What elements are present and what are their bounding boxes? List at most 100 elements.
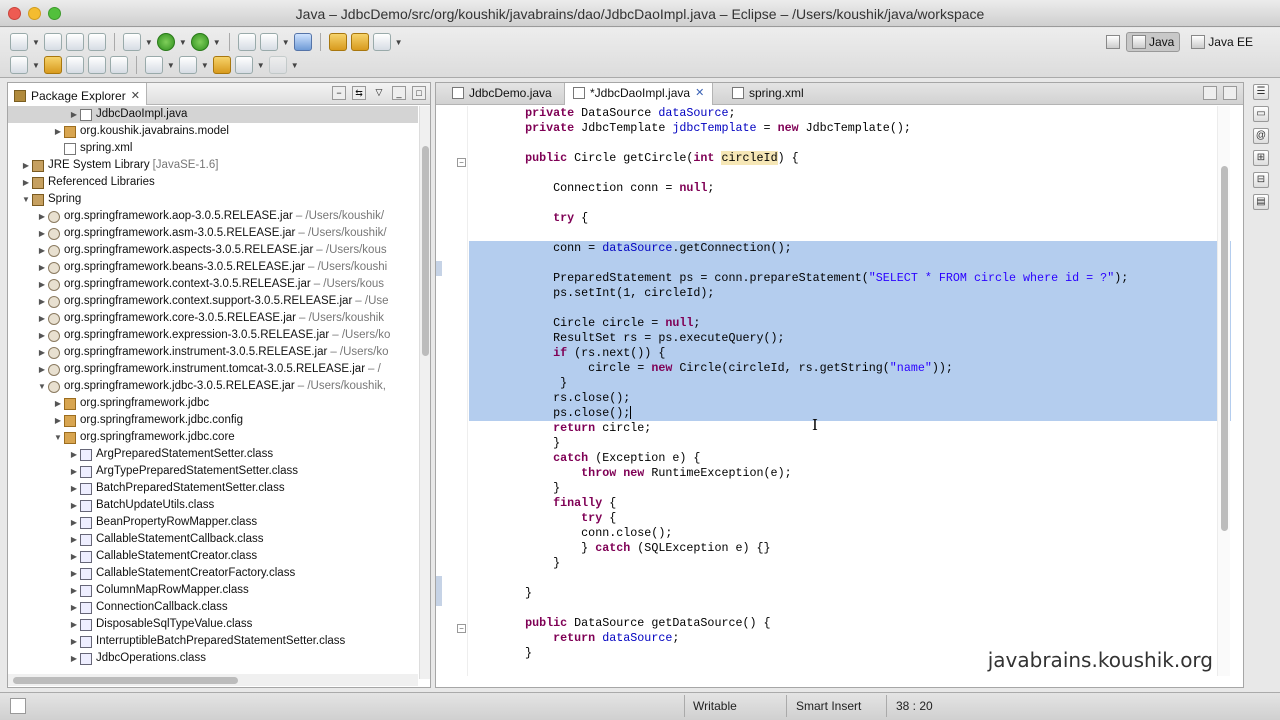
collapsed-arrow-icon[interactable]: ▶: [36, 344, 48, 361]
collapsed-arrow-icon[interactable]: ▶: [52, 395, 64, 412]
code-line[interactable]: [469, 196, 1231, 211]
code-line[interactable]: }: [469, 376, 1231, 391]
toggle-breadcrumb-icon[interactable]: [65, 56, 84, 74]
tab-jdbcdemo[interactable]: JdbcDemo.java: [444, 83, 560, 105]
code-line[interactable]: private DataSource dataSource;: [469, 106, 1231, 121]
code-line[interactable]: }: [469, 481, 1231, 496]
fold-icon[interactable]: −: [457, 624, 466, 633]
vertical-scrollbar[interactable]: [419, 106, 430, 679]
tree-item[interactable]: ▶ Referenced Libraries: [8, 174, 418, 191]
collapsed-arrow-icon[interactable]: ▶: [36, 225, 48, 242]
chevron-down-icon[interactable]: ▼: [395, 38, 403, 47]
tree-item[interactable]: ▶ org.springframework.aspects-3.0.5.RELEA…: [8, 242, 418, 259]
expanded-arrow-icon[interactable]: ▼: [36, 378, 48, 395]
code-line[interactable]: rs.close();: [469, 391, 1231, 406]
tree-item[interactable]: ▶ org.springframework.instrument.tomcat-3…: [8, 361, 418, 378]
fast-view-icon[interactable]: [10, 698, 26, 714]
package-explorer-tab[interactable]: Package Explorer ✕: [8, 83, 147, 105]
scrollbar-thumb[interactable]: [1221, 166, 1228, 531]
toggle-highlight-icon[interactable]: [43, 56, 62, 74]
code-line[interactable]: conn.close();: [469, 526, 1231, 541]
code-line[interactable]: }: [469, 556, 1231, 571]
collapsed-arrow-icon[interactable]: ▶: [68, 565, 80, 582]
code-line[interactable]: private JdbcTemplate jdbcTemplate = new …: [469, 121, 1231, 136]
previous-annotation-icon[interactable]: [178, 56, 197, 74]
tree-item[interactable]: ▶ org.springframework.expression-3.0.5.RE…: [8, 327, 418, 344]
console-icon[interactable]: ▤: [1253, 194, 1269, 210]
run-icon[interactable]: [156, 33, 175, 51]
tab-spring-xml[interactable]: spring.xml: [724, 83, 812, 105]
tree-item[interactable]: ▶ ColumnMapRowMapper.class: [8, 582, 418, 599]
chevron-down-icon[interactable]: ▼: [257, 61, 265, 70]
tree-item[interactable]: ▶ JdbcDaoImpl.java: [8, 106, 418, 123]
tree-item[interactable]: spring.xml: [8, 140, 418, 157]
link-with-editor-icon[interactable]: ⇆: [352, 86, 366, 100]
tree-item[interactable]: ▶ org.springframework.context-3.0.5.RELEA…: [8, 276, 418, 293]
last-edit-location-icon[interactable]: [212, 56, 231, 74]
code-text[interactable]: private DataSource dataSource; private J…: [469, 106, 1231, 661]
code-line[interactable]: try {: [469, 511, 1231, 526]
collapsed-arrow-icon[interactable]: ▶: [68, 497, 80, 514]
tree-item[interactable]: ▶ JdbcOperations.class: [8, 650, 418, 667]
minimize-icon[interactable]: [1203, 86, 1217, 100]
code-line[interactable]: finally {: [469, 496, 1231, 511]
tree-item[interactable]: ▼ Spring: [8, 191, 418, 208]
external-tools-icon[interactable]: [190, 33, 209, 51]
collapsed-arrow-icon[interactable]: ▶: [36, 208, 48, 225]
fold-icon[interactable]: −: [457, 158, 466, 167]
tree-item[interactable]: ▶ org.springframework.core-3.0.5.RELEASE.…: [8, 310, 418, 327]
code-line[interactable]: return circle;: [469, 421, 1231, 436]
collapsed-arrow-icon[interactable]: ▶: [68, 633, 80, 650]
code-line[interactable]: return dataSource;: [469, 631, 1231, 646]
tab-jdbcdaoimpl[interactable]: *JdbcDaoImpl.java ✕: [564, 83, 714, 105]
code-line[interactable]: try {: [469, 211, 1231, 226]
chevron-down-icon[interactable]: ▼: [213, 38, 221, 47]
back-icon[interactable]: [234, 56, 253, 74]
code-line[interactable]: }: [469, 586, 1231, 601]
code-line[interactable]: [469, 301, 1231, 316]
collapsed-arrow-icon[interactable]: ▶: [36, 361, 48, 378]
collapsed-arrow-icon[interactable]: ▶: [68, 463, 80, 480]
code-line[interactable]: if (rs.next()) {: [469, 346, 1231, 361]
open-perspective-icon[interactable]: [1105, 35, 1120, 49]
code-line[interactable]: ps.close();: [469, 406, 1231, 421]
tree-item[interactable]: ▶ CallableStatementCreator.class: [8, 548, 418, 565]
code-line[interactable]: ps.setInt(1, circleId);: [469, 286, 1231, 301]
tree-item[interactable]: ▶ ArgPreparedStatementSetter.class: [8, 446, 418, 463]
collapsed-arrow-icon[interactable]: ▶: [20, 157, 32, 174]
tree-item[interactable]: ▶ CallableStatementCreatorFactory.class: [8, 565, 418, 582]
code-line[interactable]: PreparedStatement ps = conn.prepareState…: [469, 271, 1231, 286]
chevron-down-icon[interactable]: ▼: [291, 61, 299, 70]
collapsed-arrow-icon[interactable]: ▶: [68, 548, 80, 565]
code-line[interactable]: [469, 601, 1231, 616]
forward-icon[interactable]: [268, 56, 287, 74]
collapsed-arrow-icon[interactable]: ▶: [52, 123, 64, 140]
collapsed-arrow-icon[interactable]: ▶: [36, 293, 48, 310]
collapsed-arrow-icon[interactable]: ▶: [68, 599, 80, 616]
code-line[interactable]: catch (Exception e) {: [469, 451, 1231, 466]
close-icon[interactable]: ✕: [131, 89, 140, 102]
collapsed-arrow-icon[interactable]: ▶: [36, 259, 48, 276]
tree-item[interactable]: ▼ org.springframework.jdbc-3.0.5.RELEASE.…: [8, 378, 418, 395]
chevron-down-icon[interactable]: ▼: [32, 61, 40, 70]
code-line[interactable]: [469, 571, 1231, 586]
toggle-mark-occurrences-icon[interactable]: [10, 56, 28, 74]
package-tree[interactable]: ▶ JdbcDaoImpl.java ▶ org.koushik.javabrains…: [8, 106, 418, 679]
tree-item[interactable]: ▶ org.springframework.aop-3.0.5.RELEASE.j…: [8, 208, 418, 225]
java-perspective-button[interactable]: Java: [1125, 32, 1181, 52]
collapsed-arrow-icon[interactable]: ▶: [68, 106, 80, 123]
outline-icon[interactable]: ☰: [1253, 84, 1269, 100]
chevron-down-icon[interactable]: ▼: [201, 61, 209, 70]
code-line[interactable]: Circle circle = null;: [469, 316, 1231, 331]
tree-item[interactable]: ▶ org.koushik.javabrains.model: [8, 123, 418, 140]
hierarchy-icon[interactable]: ⊟: [1253, 172, 1269, 188]
tree-item[interactable]: ▶ CallableStatementCallback.class: [8, 531, 418, 548]
open-task-icon[interactable]: [350, 33, 369, 51]
vertical-scrollbar[interactable]: [1217, 106, 1230, 676]
next-annotation-icon[interactable]: [144, 56, 163, 74]
tree-item[interactable]: ▶ ArgTypePreparedStatementSetter.class: [8, 463, 418, 480]
code-line[interactable]: conn = dataSource.getConnection();: [469, 241, 1231, 256]
collapsed-arrow-icon[interactable]: ▶: [68, 650, 80, 667]
save-all-icon[interactable]: [65, 33, 84, 51]
code-line[interactable]: throw new RuntimeException(e);: [469, 466, 1231, 481]
